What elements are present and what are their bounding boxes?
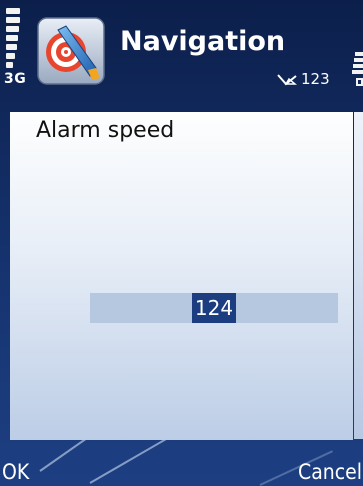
alarm-speed-value[interactable]: 124 (192, 293, 236, 323)
navigation-target-icon (36, 16, 106, 86)
cancel-softkey[interactable]: Cancel (298, 460, 362, 484)
app-title: Navigation (120, 26, 286, 57)
signal-strength-icon (6, 8, 24, 68)
message-indicator-icon (277, 72, 298, 86)
dialog-edge (354, 112, 363, 439)
ok-softkey[interactable]: OK (2, 460, 29, 484)
dialog-title: Alarm speed (36, 118, 175, 143)
message-count: 123 (301, 70, 330, 88)
alarm-speed-dialog (10, 112, 353, 440)
phone-screen: 3G Navigation 123 Alarm speed 124 OK Can… (0, 0, 363, 486)
network-type-label: 3G (4, 71, 27, 87)
battery-level-icon (352, 52, 363, 88)
